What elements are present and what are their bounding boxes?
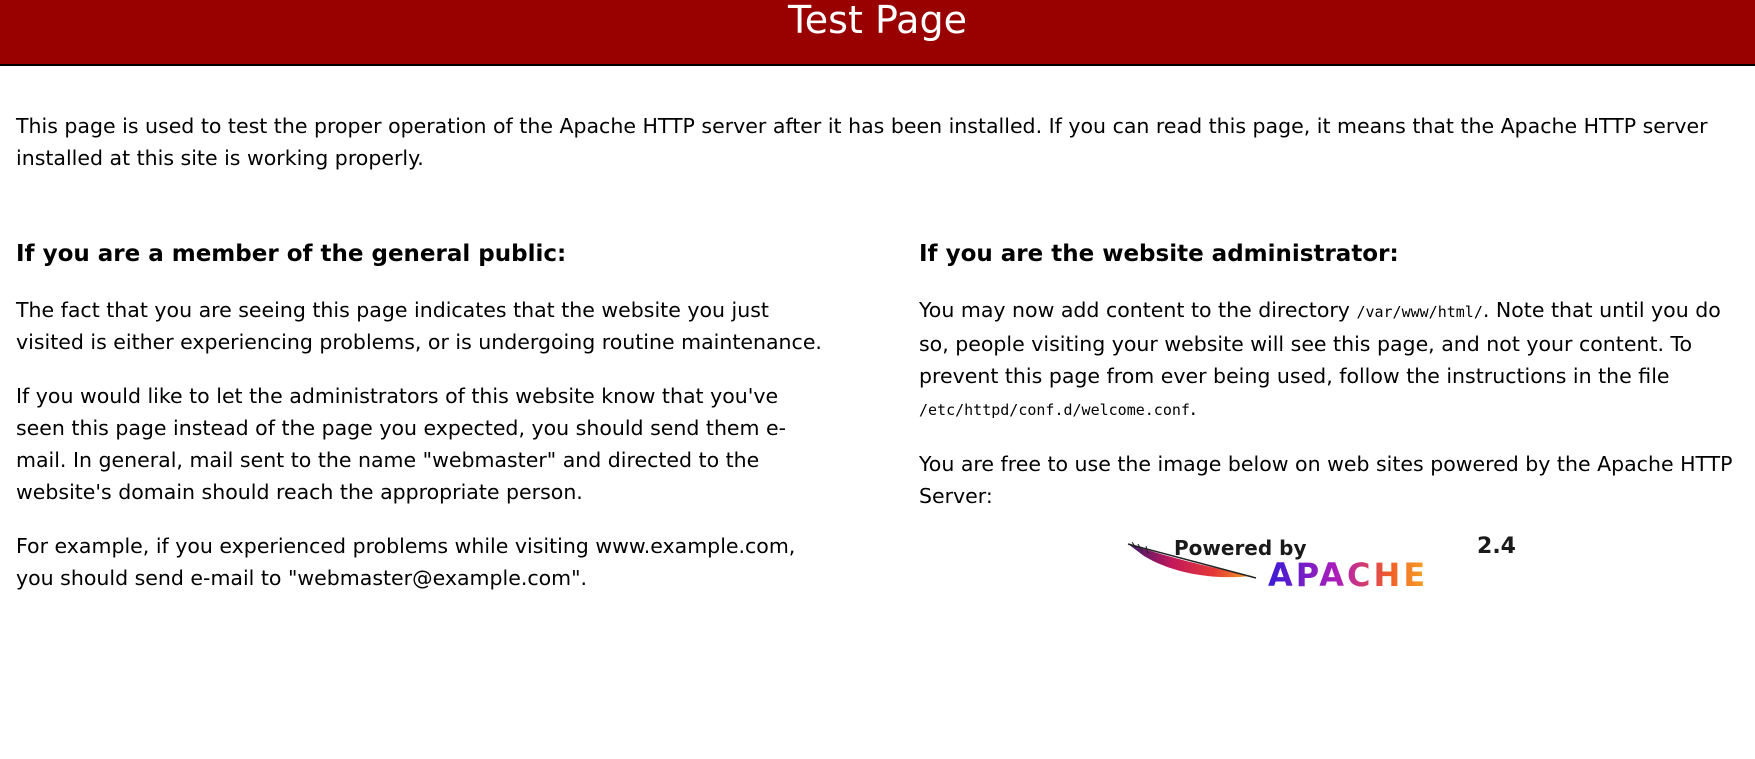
public-paragraph-1: The fact that you are seeing this page i… <box>16 298 822 354</box>
admin-p1-text-a: You may now add content to the directory <box>919 298 1357 322</box>
document-root-path: /var/www/html/ <box>1356 303 1483 321</box>
intro-text: This page is used to test the proper ope… <box>16 114 1708 170</box>
page-title: Test Page <box>788 0 967 42</box>
admin-heading: If you are the website administrator: <box>919 241 1399 267</box>
public-paragraph-3: For example, if you experienced problems… <box>16 534 796 590</box>
apache-version-label: 2.4 <box>1477 534 1516 559</box>
admin-paragraph-1: You may now add content to the directory… <box>919 294 1734 426</box>
apache-wordmark: APACHE <box>1268 556 1429 594</box>
welcome-conf-path: /etc/httpd/conf.d/welcome.conf <box>919 401 1190 419</box>
admin-p1-text-c: . <box>1189 396 1197 420</box>
admin-paragraph-2: You are free to use the image below on w… <box>919 452 1733 508</box>
page-banner: Test Page <box>0 0 1755 66</box>
powered-by-apache-badge: Powered by 2.4 APACHE <box>1124 534 1518 594</box>
public-paragraph-2: If you would like to let the administrat… <box>16 384 787 504</box>
public-heading: If you are a member of the general publi… <box>16 241 567 267</box>
admin-section: If you are the website administrator: Yo… <box>919 236 1734 534</box>
public-section: If you are a member of the general publi… <box>16 236 831 616</box>
